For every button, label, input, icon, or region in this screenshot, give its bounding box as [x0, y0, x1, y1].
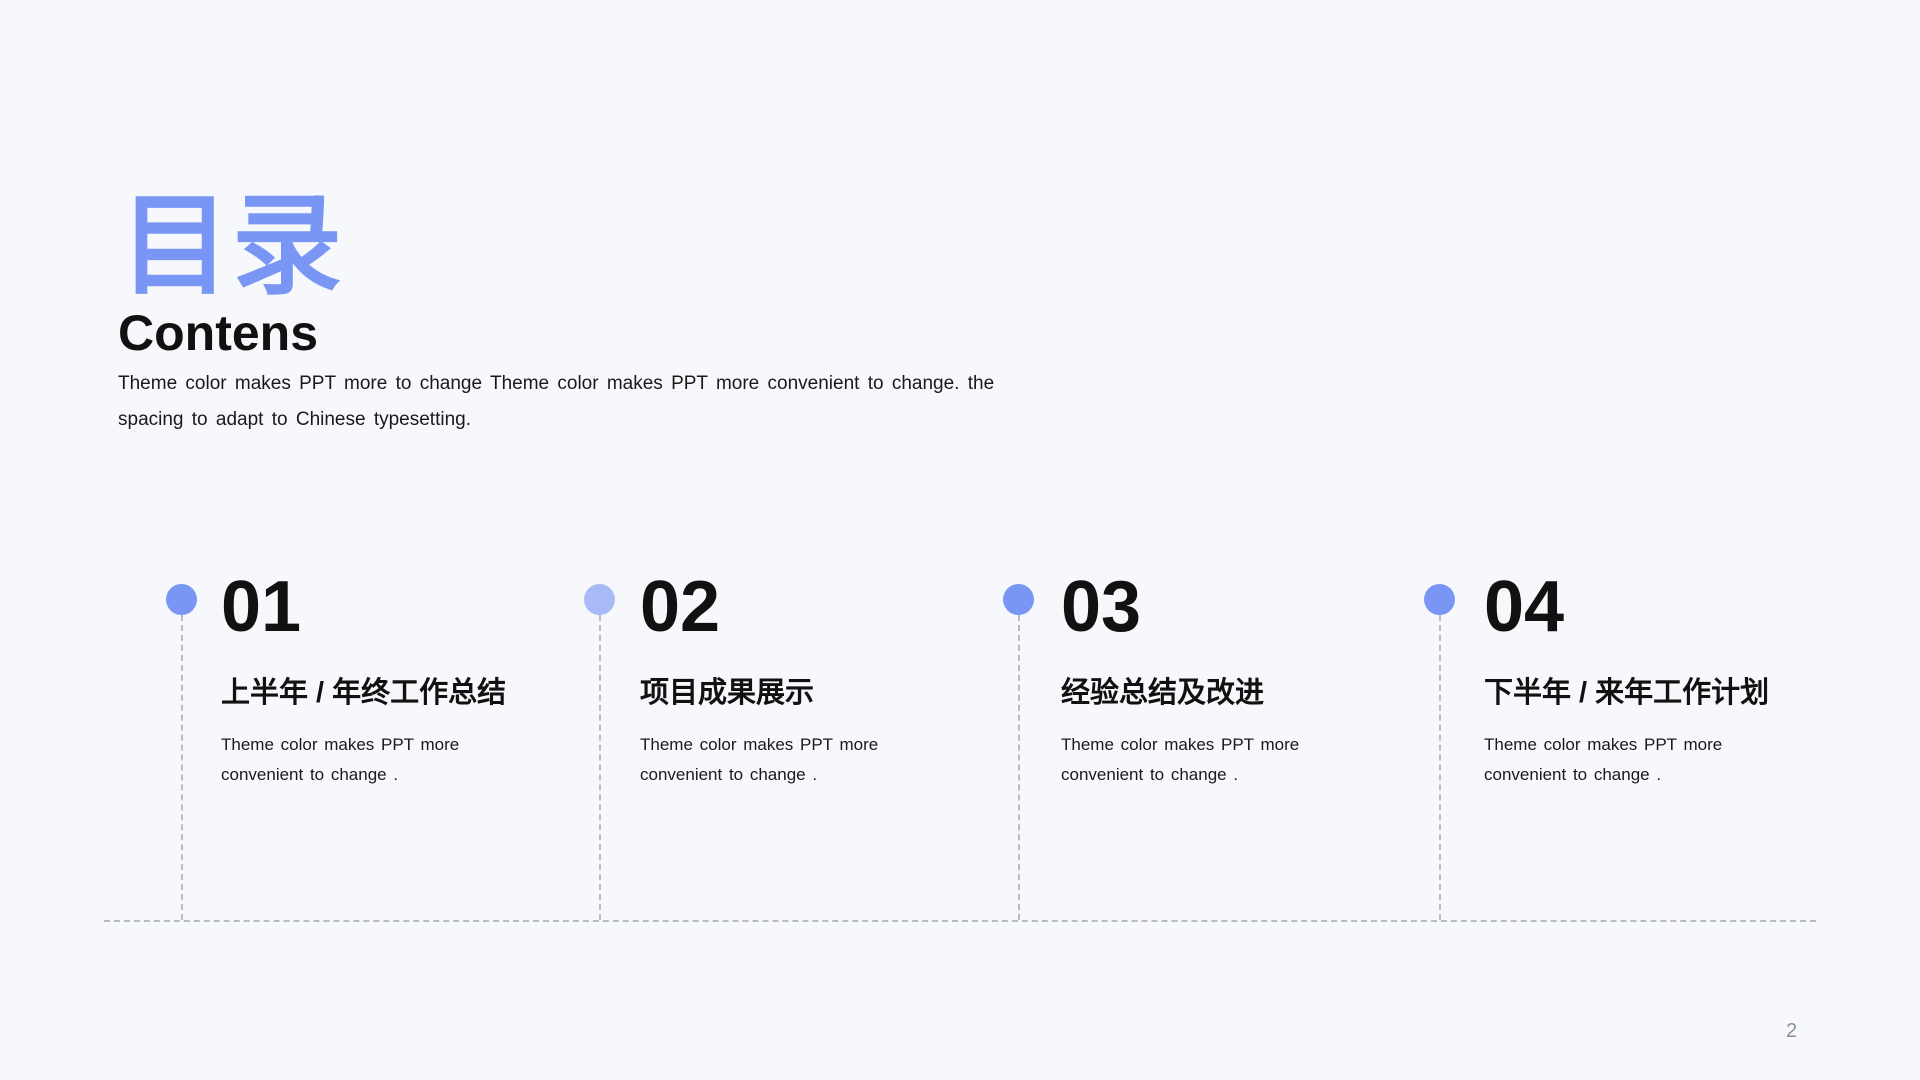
item-heading: 下半年 / 来年工作计划 — [1484, 677, 1770, 709]
timeline-connector — [1439, 615, 1441, 920]
timeline-dot — [1424, 584, 1455, 615]
page-number: 2 — [1786, 1020, 1798, 1042]
item-description: Theme color makes PPT more convenient to… — [1061, 735, 1300, 784]
item-heading: 上半年 / 年终工作总结 — [221, 677, 507, 709]
item-number: 03 — [1061, 567, 1142, 647]
timeline-connector — [181, 615, 183, 920]
item-description: Theme color makes PPT more convenient to… — [640, 735, 879, 784]
timeline-baseline — [104, 920, 1816, 922]
timeline-dot — [166, 584, 197, 615]
item-number: 01 — [221, 567, 302, 647]
item-number: 02 — [640, 567, 721, 647]
timeline-dot — [584, 584, 615, 615]
intro-text: Theme color makes PPT more to change The… — [118, 373, 995, 430]
item-heading: 经验总结及改进 — [1061, 677, 1265, 709]
timeline-connector — [599, 615, 601, 920]
title-chinese: 目录 — [120, 185, 344, 308]
slide: 目录 Contens Theme color makes PPT more to… — [0, 0, 1920, 1080]
timeline-connector — [1018, 615, 1020, 920]
item-description: Theme color makes PPT more convenient to… — [221, 735, 460, 784]
item-heading: 项目成果展示 — [640, 677, 815, 709]
item-number: 04 — [1484, 567, 1565, 647]
title-english: Contens — [118, 305, 318, 361]
timeline-dot — [1003, 584, 1034, 615]
item-description: Theme color makes PPT more convenient to… — [1484, 735, 1723, 784]
